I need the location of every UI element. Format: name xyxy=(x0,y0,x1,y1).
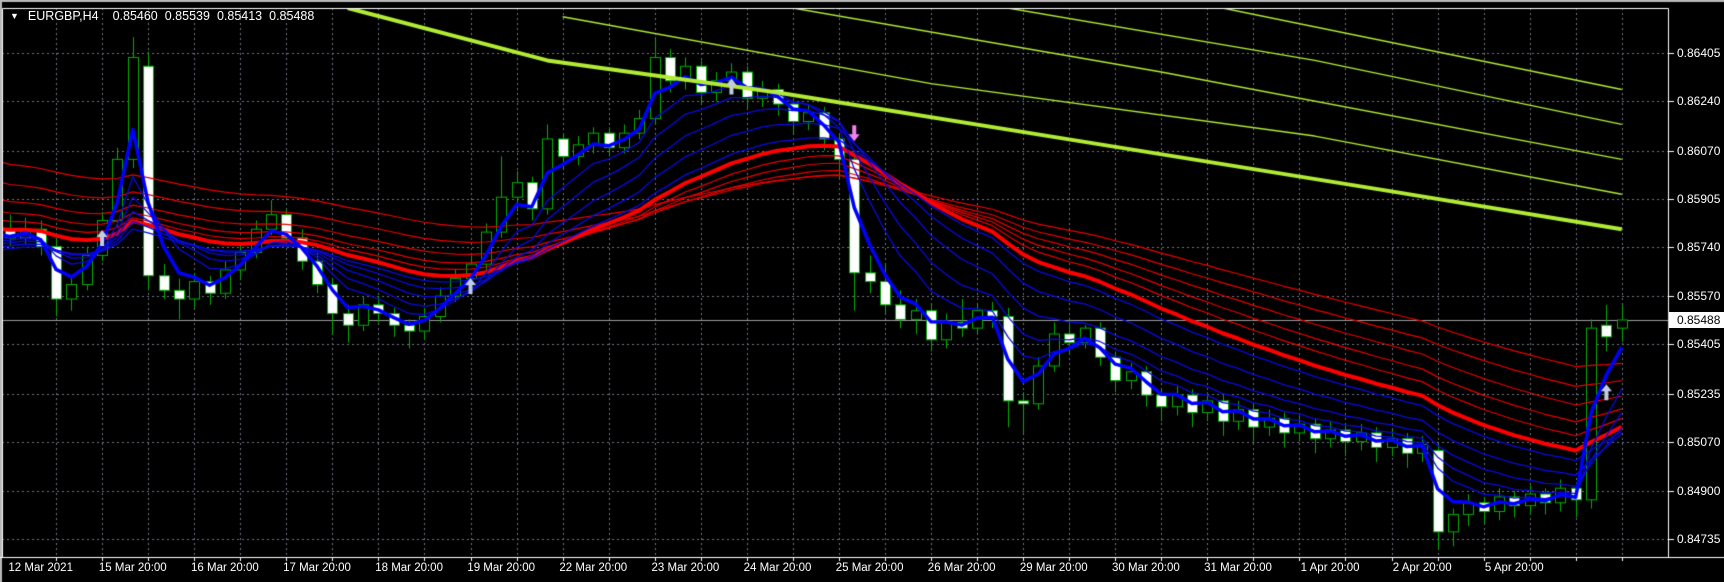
time-axis-label: 22 Mar 20:00 xyxy=(559,562,628,574)
time-axis-label: 26 Mar 20:00 xyxy=(927,562,996,574)
price-axis-label: 0.85235 xyxy=(1677,386,1721,401)
symbol-period-label: EURGBP,H4 xyxy=(27,9,99,23)
chart-window: ▼ EURGBP,H4 0.85460 0.85539 0.85413 0.85… xyxy=(0,0,1724,582)
price-axis-label: 0.85405 xyxy=(1677,337,1721,352)
price-axis[interactable] xyxy=(1669,8,1724,557)
price-axis-label: 0.84900 xyxy=(1677,484,1721,499)
price-axis-label: 0.84735 xyxy=(1677,532,1721,547)
price-axis-label: 0.86070 xyxy=(1677,143,1721,158)
time-axis-label: 30 Mar 20:00 xyxy=(1112,562,1180,574)
ohlc-close-value: 0.85488 xyxy=(269,9,315,23)
time-axis-label: 24 Mar 20:00 xyxy=(743,562,812,574)
ohlc-low-value: 0.85413 xyxy=(216,9,263,23)
time-axis-label: 31 Mar 20:00 xyxy=(1204,562,1272,574)
price-axis-label: 0.85905 xyxy=(1677,191,1721,206)
price-axis-label: 0.85070 xyxy=(1677,434,1721,449)
time-axis-label: 12 Mar 2021 xyxy=(8,562,73,574)
time-axis-label: 23 Mar 20:00 xyxy=(651,562,720,574)
chart-title-bar: ▼ EURGBP,H4 0.85460 0.85539 0.85413 0.85… xyxy=(10,9,321,23)
time-axis-label: 25 Mar 20:00 xyxy=(835,562,904,574)
price-axis-label: 0.86405 xyxy=(1677,46,1721,61)
ohlc-high-value: 0.85539 xyxy=(164,9,210,23)
time-axis-label: 29 Mar 20:00 xyxy=(1019,562,1088,574)
time-axis-label: 18 Mar 20:00 xyxy=(375,562,443,574)
price-axis-label: 0.85570 xyxy=(1677,289,1721,304)
current-price-tag: 0.85488 xyxy=(1669,312,1724,328)
price-axis-label: 0.85740 xyxy=(1677,239,1721,254)
time-axis-label: 15 Mar 20:00 xyxy=(98,562,167,574)
time-axis-label: 17 Mar 20:00 xyxy=(283,562,351,574)
symbol-dropdown-icon[interactable]: ▼ xyxy=(10,11,19,21)
price-axis-label: 0.86240 xyxy=(1677,94,1721,109)
time-axis-label: 1 Apr 20:00 xyxy=(1300,562,1360,574)
time-axis-label: 16 Mar 20:00 xyxy=(191,562,259,574)
ohlc-open-value: 0.85460 xyxy=(112,9,158,23)
time-axis-label: 5 Apr 20:00 xyxy=(1484,562,1544,574)
time-axis-label: 2 Apr 20:00 xyxy=(1392,562,1452,574)
time-axis-label: 19 Mar 20:00 xyxy=(467,562,536,574)
price-chart-canvas[interactable] xyxy=(0,0,1724,582)
